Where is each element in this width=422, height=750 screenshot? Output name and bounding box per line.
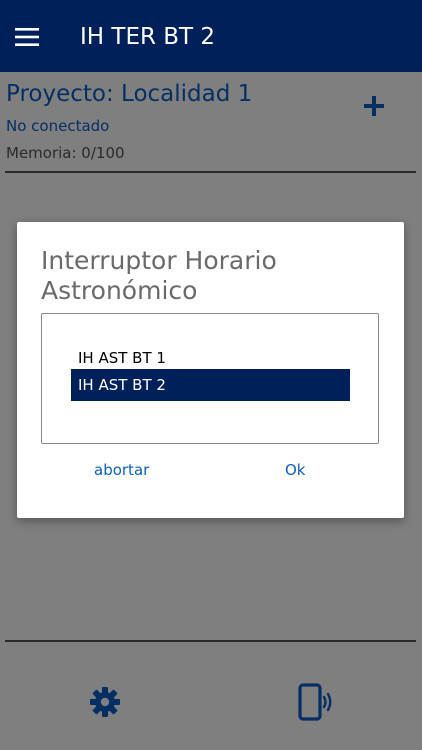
ok-button[interactable]: Ok [285,458,306,482]
cancel-button[interactable]: abortar [94,458,149,482]
device-option-2[interactable]: IH AST BT 2 [71,369,350,401]
device-list[interactable]: IH AST BT 1 IH AST BT 2 [41,313,379,444]
dialog-title: Interruptor Horario Astronómico [41,246,277,305]
app-bar: IH TER BT 2 [0,0,422,72]
app-title: IH TER BT 2 [80,24,216,50]
device-select-dialog: Interruptor Horario Astronómico IH AST B… [17,222,404,518]
hamburger-menu-icon[interactable] [15,28,39,46]
